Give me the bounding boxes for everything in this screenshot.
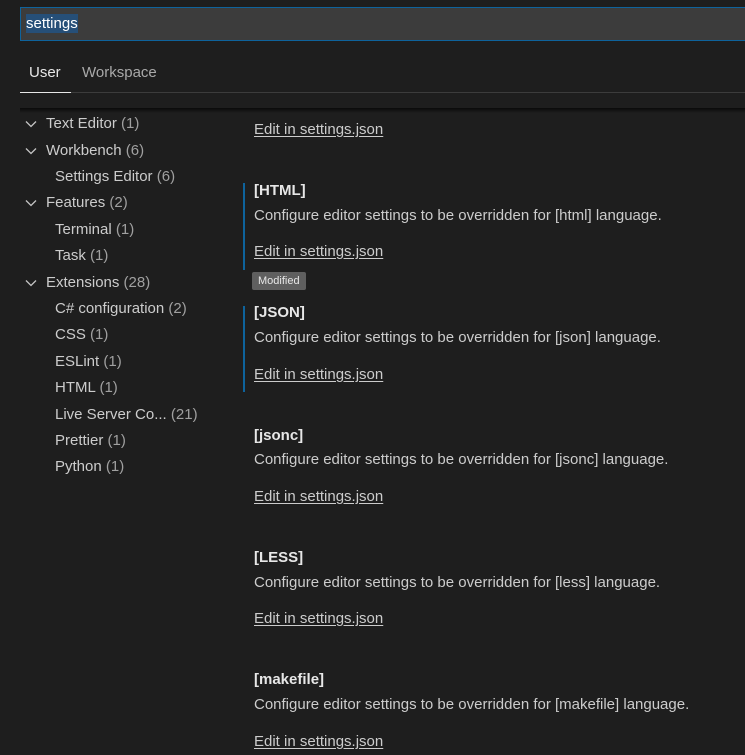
toc-count: (1) [99, 379, 118, 396]
chevron-down-icon [25, 280, 37, 287]
edit-in-settings-json-link[interactable]: Edit in settings.json [254, 366, 383, 383]
toc-item-css[interactable]: CSS (1) [55, 323, 108, 347]
toc-count: (2) [168, 300, 187, 317]
toc-count: (2) [109, 194, 128, 211]
edit-in-settings-json-link[interactable]: Edit in settings.json [254, 121, 383, 138]
search-box[interactable]: settings [20, 7, 745, 41]
toc-label: Text Editor [46, 115, 117, 132]
toc-item-text-editor[interactable]: Text Editor (1) [25, 112, 140, 136]
toc-count: (1) [90, 326, 109, 343]
toc-label: C# configuration [55, 300, 165, 317]
edit-in-settings-json-link[interactable]: Edit in settings.json [254, 243, 383, 260]
toc-count: (1) [105, 458, 125, 475]
toc-item-eslint[interactable]: ESLint (1) [55, 350, 122, 374]
tab-workspace[interactable]: Workspace [82, 55, 157, 93]
setting-description-less: Configure editor settings to be overridd… [254, 574, 661, 591]
toc-count: (1) [121, 115, 140, 132]
toc-item-csharp-configuration[interactable]: C# configuration (2) [55, 297, 187, 321]
chevron-down-icon [25, 148, 37, 155]
toc-label: CSS [55, 326, 86, 343]
settings-tabs: User Workspace [20, 55, 745, 93]
toc-item-live-server[interactable]: Live Server Co... (21) [55, 403, 198, 427]
modified-badge: Modified [252, 272, 306, 290]
toc-label: ESLint [55, 353, 100, 370]
toc-label: Python [55, 458, 102, 475]
setting-description-html: Configure editor settings to be overridd… [254, 207, 662, 224]
toc-label: Extensions [46, 274, 120, 291]
toc-item-task[interactable]: Task (1) [55, 244, 108, 268]
toc-item-python[interactable]: Python (1) [55, 455, 124, 479]
toc-count: (1) [107, 432, 126, 449]
setting-title-html: [HTML] [254, 182, 306, 199]
toc-label: Features [46, 194, 106, 211]
toc-label: Terminal [55, 221, 112, 238]
modified-indicator [243, 183, 245, 270]
toc-count: (6) [125, 142, 145, 159]
edit-in-settings-json-link[interactable]: Edit in settings.json [254, 610, 383, 627]
toc-label: Workbench [46, 142, 122, 159]
toc-label: Prettier [55, 432, 104, 449]
edit-in-settings-json-link[interactable]: Edit in settings.json [254, 733, 383, 750]
modified-indicator [243, 306, 245, 392]
toc-label: HTML [55, 379, 96, 396]
setting-title-less: [LESS] [254, 549, 304, 566]
setting-description-jsonc: Configure editor settings to be overridd… [254, 451, 669, 468]
search-selected-text: settings [26, 14, 78, 33]
setting-description-makefile: Configure editor settings to be overridd… [254, 696, 690, 713]
toc-item-extensions[interactable]: Extensions (28) [25, 271, 151, 295]
toc-item-workbench[interactable]: Workbench (6) [25, 139, 145, 163]
toc-count: (21) [170, 406, 198, 423]
tab-user[interactable]: User [20, 55, 71, 93]
toc-label: Task [55, 247, 86, 264]
setting-title-makefile: [makefile] [254, 671, 325, 688]
toc-count: (1) [115, 221, 135, 238]
chevron-down-icon [25, 121, 37, 128]
toc-label: Live Server Co... [55, 406, 167, 423]
toc-item-html[interactable]: HTML (1) [55, 376, 118, 400]
edit-in-settings-json-link[interactable]: Edit in settings.json [254, 488, 383, 505]
setting-title-json: [JSON] [254, 304, 305, 321]
toc-item-features[interactable]: Features (2) [25, 191, 128, 215]
toc-count: (1) [90, 247, 109, 264]
setting-title-jsonc: [jsonc] [254, 427, 304, 444]
toc-item-settings-editor[interactable]: Settings Editor (6) [55, 165, 175, 189]
search-input[interactable]: settings [21, 10, 78, 38]
setting-description-json: Configure editor settings to be overridd… [254, 329, 661, 346]
toc-item-terminal[interactable]: Terminal (1) [55, 218, 134, 242]
toc-count: (6) [156, 168, 176, 185]
toc-label: Settings Editor [55, 168, 153, 185]
chevron-down-icon [25, 200, 37, 207]
toc-item-prettier[interactable]: Prettier (1) [55, 429, 126, 453]
toc-count: (1) [103, 353, 122, 370]
toc-count: (28) [123, 274, 151, 291]
